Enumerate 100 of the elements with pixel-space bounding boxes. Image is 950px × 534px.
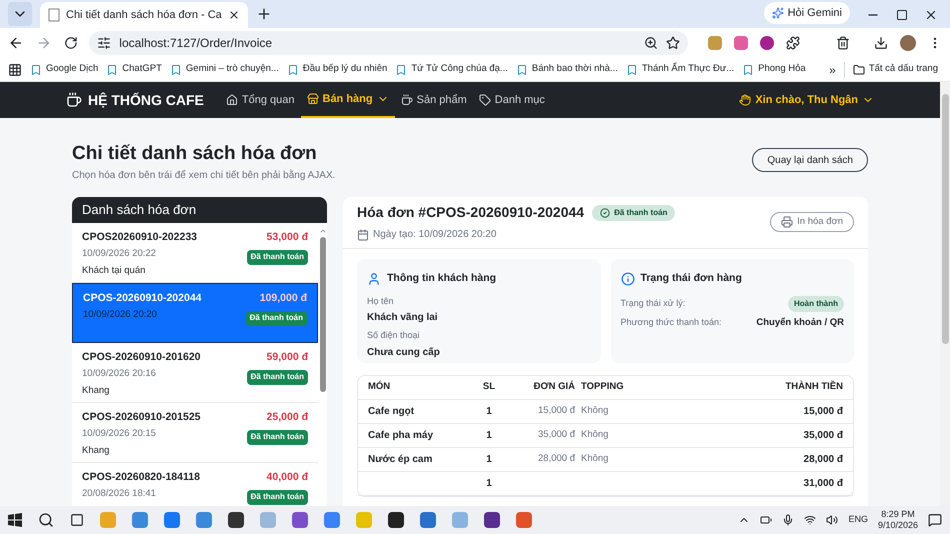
status-badge: Đã thanh toán [246,370,308,385]
notification-icon[interactable] [928,513,942,527]
printer-icon [781,216,794,228]
column-header: TOPPING [581,380,625,394]
bookmark-icon [30,64,42,76]
windows-logo-icon[interactable] [8,513,22,527]
gemini-button[interactable]: Hỏi Gemini [764,2,850,24]
back-icon[interactable] [8,35,24,51]
bookmark[interactable]: Bánh bao thời nhà... [516,62,618,77]
nav-link[interactable]: Danh mục [472,82,551,118]
column-header: MÓN [368,380,392,394]
nav-link[interactable]: Tổng quan [220,82,300,118]
extension-icon[interactable] [760,36,774,50]
task-view-icon[interactable] [70,513,84,527]
invoice-code: CPOS-20260910-201620 [82,350,201,364]
column-header: THÀNH TIỀN [784,380,843,394]
invoice-code: CPOS-20260910-201525 [82,410,201,424]
volume-icon[interactable] [826,514,838,526]
language-indicator[interactable]: ENG [848,513,868,527]
hand-icon [739,94,752,106]
download-icon[interactable] [874,36,888,50]
close-icon[interactable] [228,9,240,21]
table-cell-text: 28,000 đ [802,452,843,467]
extension-icon[interactable] [734,36,748,50]
store-icon [306,93,318,105]
back-button[interactable]: Quay lại danh sách [752,148,868,172]
bookmark-icon [742,64,754,76]
site-settings-icon [97,36,112,50]
created-date: Ngày tạo: 10/09/2026 20:20 [357,227,676,242]
address-bar[interactable]: localhost:7127/Order/Invoice [89,31,688,55]
all-bookmarks[interactable]: Tất cả dấu trang [852,62,938,77]
column-header: ĐƠN GIÁ [532,380,575,394]
user-icon [367,272,381,286]
table-cell-text: 35,000 đ [802,428,843,443]
app-icon[interactable] [484,512,500,528]
invoice-date: 10/09/2026 20:20 [83,309,158,322]
invoice-amount: 40,000 đ [266,470,308,484]
app-icon[interactable] [388,512,404,528]
tab-list-button[interactable] [8,2,32,26]
bookmark[interactable]: Tứ Tử Công chúa đạ... [395,62,508,77]
table-cell-text: 1 [485,476,493,491]
bookmark-icon [395,64,408,76]
table-cell-text: 15,000 đ [537,404,575,418]
bookmark[interactable]: Google Dịch [30,62,98,77]
invoice-code: CPOS-20260820-184118 [82,470,200,484]
browser-tab[interactable]: Chi tiết danh sách hóa đơn - Ca [40,2,248,28]
new-tab-icon[interactable] [256,6,272,22]
section-title: Thông tin khách hàng [367,270,590,286]
field-value: Khách vãng lai [367,311,439,325]
status-badge: Đã thanh toán [246,430,308,445]
nav-link[interactable]: Sản phẩm [394,82,473,118]
profile-avatar[interactable] [900,35,916,51]
sparkle-icon [772,7,784,19]
close-icon[interactable] [924,8,938,22]
table-cell-text: 15,000 đ [802,404,843,419]
forward-icon[interactable] [36,35,52,51]
print-button[interactable]: In hóa đơn [770,212,854,232]
page-subtitle: Chọn hóa đơn bên trái để xem chi tiết bên phải bằng AJAX. [72,168,336,183]
page-scrollbar-thumb[interactable] [942,94,948,344]
folder-icon [852,64,865,76]
zoom-icon[interactable] [644,36,658,50]
scrollbar-thumb[interactable] [320,236,326,392]
field-label: Họ tên [367,294,395,308]
restore-icon[interactable] [896,9,908,21]
battery-icon[interactable] [760,514,772,526]
invoice-title: Hóa đơn #CPOS-20260910-202044 [357,203,584,222]
bookmark[interactable]: Thánh Ẩm Thực Đư... [626,62,734,77]
column-header: SL [482,380,496,394]
status-badge: Đã thanh toán [246,250,308,265]
invoice-code: CPOS20260910-202233 [82,230,198,244]
microphone-icon[interactable] [782,514,794,526]
bookmark[interactable]: Phong Hỏa [742,62,806,77]
info-icon [620,272,634,286]
nav-link[interactable]: Bán hàng [300,82,395,118]
invoice-date: 10/09/2026 20:15 [82,428,157,441]
check-circle-icon [600,208,610,218]
bookmark[interactable]: Đầu bếp lý du nhiên [286,62,388,77]
customer-name: Khang [82,444,110,458]
extensions-icon[interactable] [786,36,800,50]
bookmark-icon [516,64,528,76]
brand[interactable]: HỆ THỐNG CAFE [66,90,204,110]
invoice-list-item[interactable]: CPOS-20260910-201620 10/09/2026 20:16 Khang 59,000 đ Đã thanh toán [72,342,318,403]
apps-icon[interactable] [8,62,22,76]
more-bookmarks[interactable]: » [829,60,836,78]
clock-date: 9/10/2026 [878,520,918,532]
app-icon[interactable] [228,512,244,528]
table-cell-text: 35,000 đ [537,428,575,442]
table-cell-text: 31,000 đ [802,476,843,491]
star-icon[interactable] [666,36,680,50]
invoice-list-item[interactable]: CPOS-20260910-202044 10/09/2026 20:20 109,000 đ Đã thanh toán [72,282,318,343]
trash-icon[interactable] [836,36,850,50]
invoice-list-item[interactable]: CPOS-20260910-201525 10/09/2026 20:15 Khang 25,000 đ Đã thanh toán [72,402,318,463]
bookmark[interactable]: ChatGPT [106,62,162,77]
reload-icon[interactable] [64,36,78,50]
page-icon [48,8,60,22]
status-badge: Đã thanh toán [246,311,307,326]
bookmark[interactable]: Gemini – trò chuyện... [170,62,279,77]
search-icon[interactable] [38,512,54,528]
table-cell-text: Nước ép cam [368,452,434,467]
user-menu[interactable]: Xin chào, Thu Ngân [739,92,874,108]
